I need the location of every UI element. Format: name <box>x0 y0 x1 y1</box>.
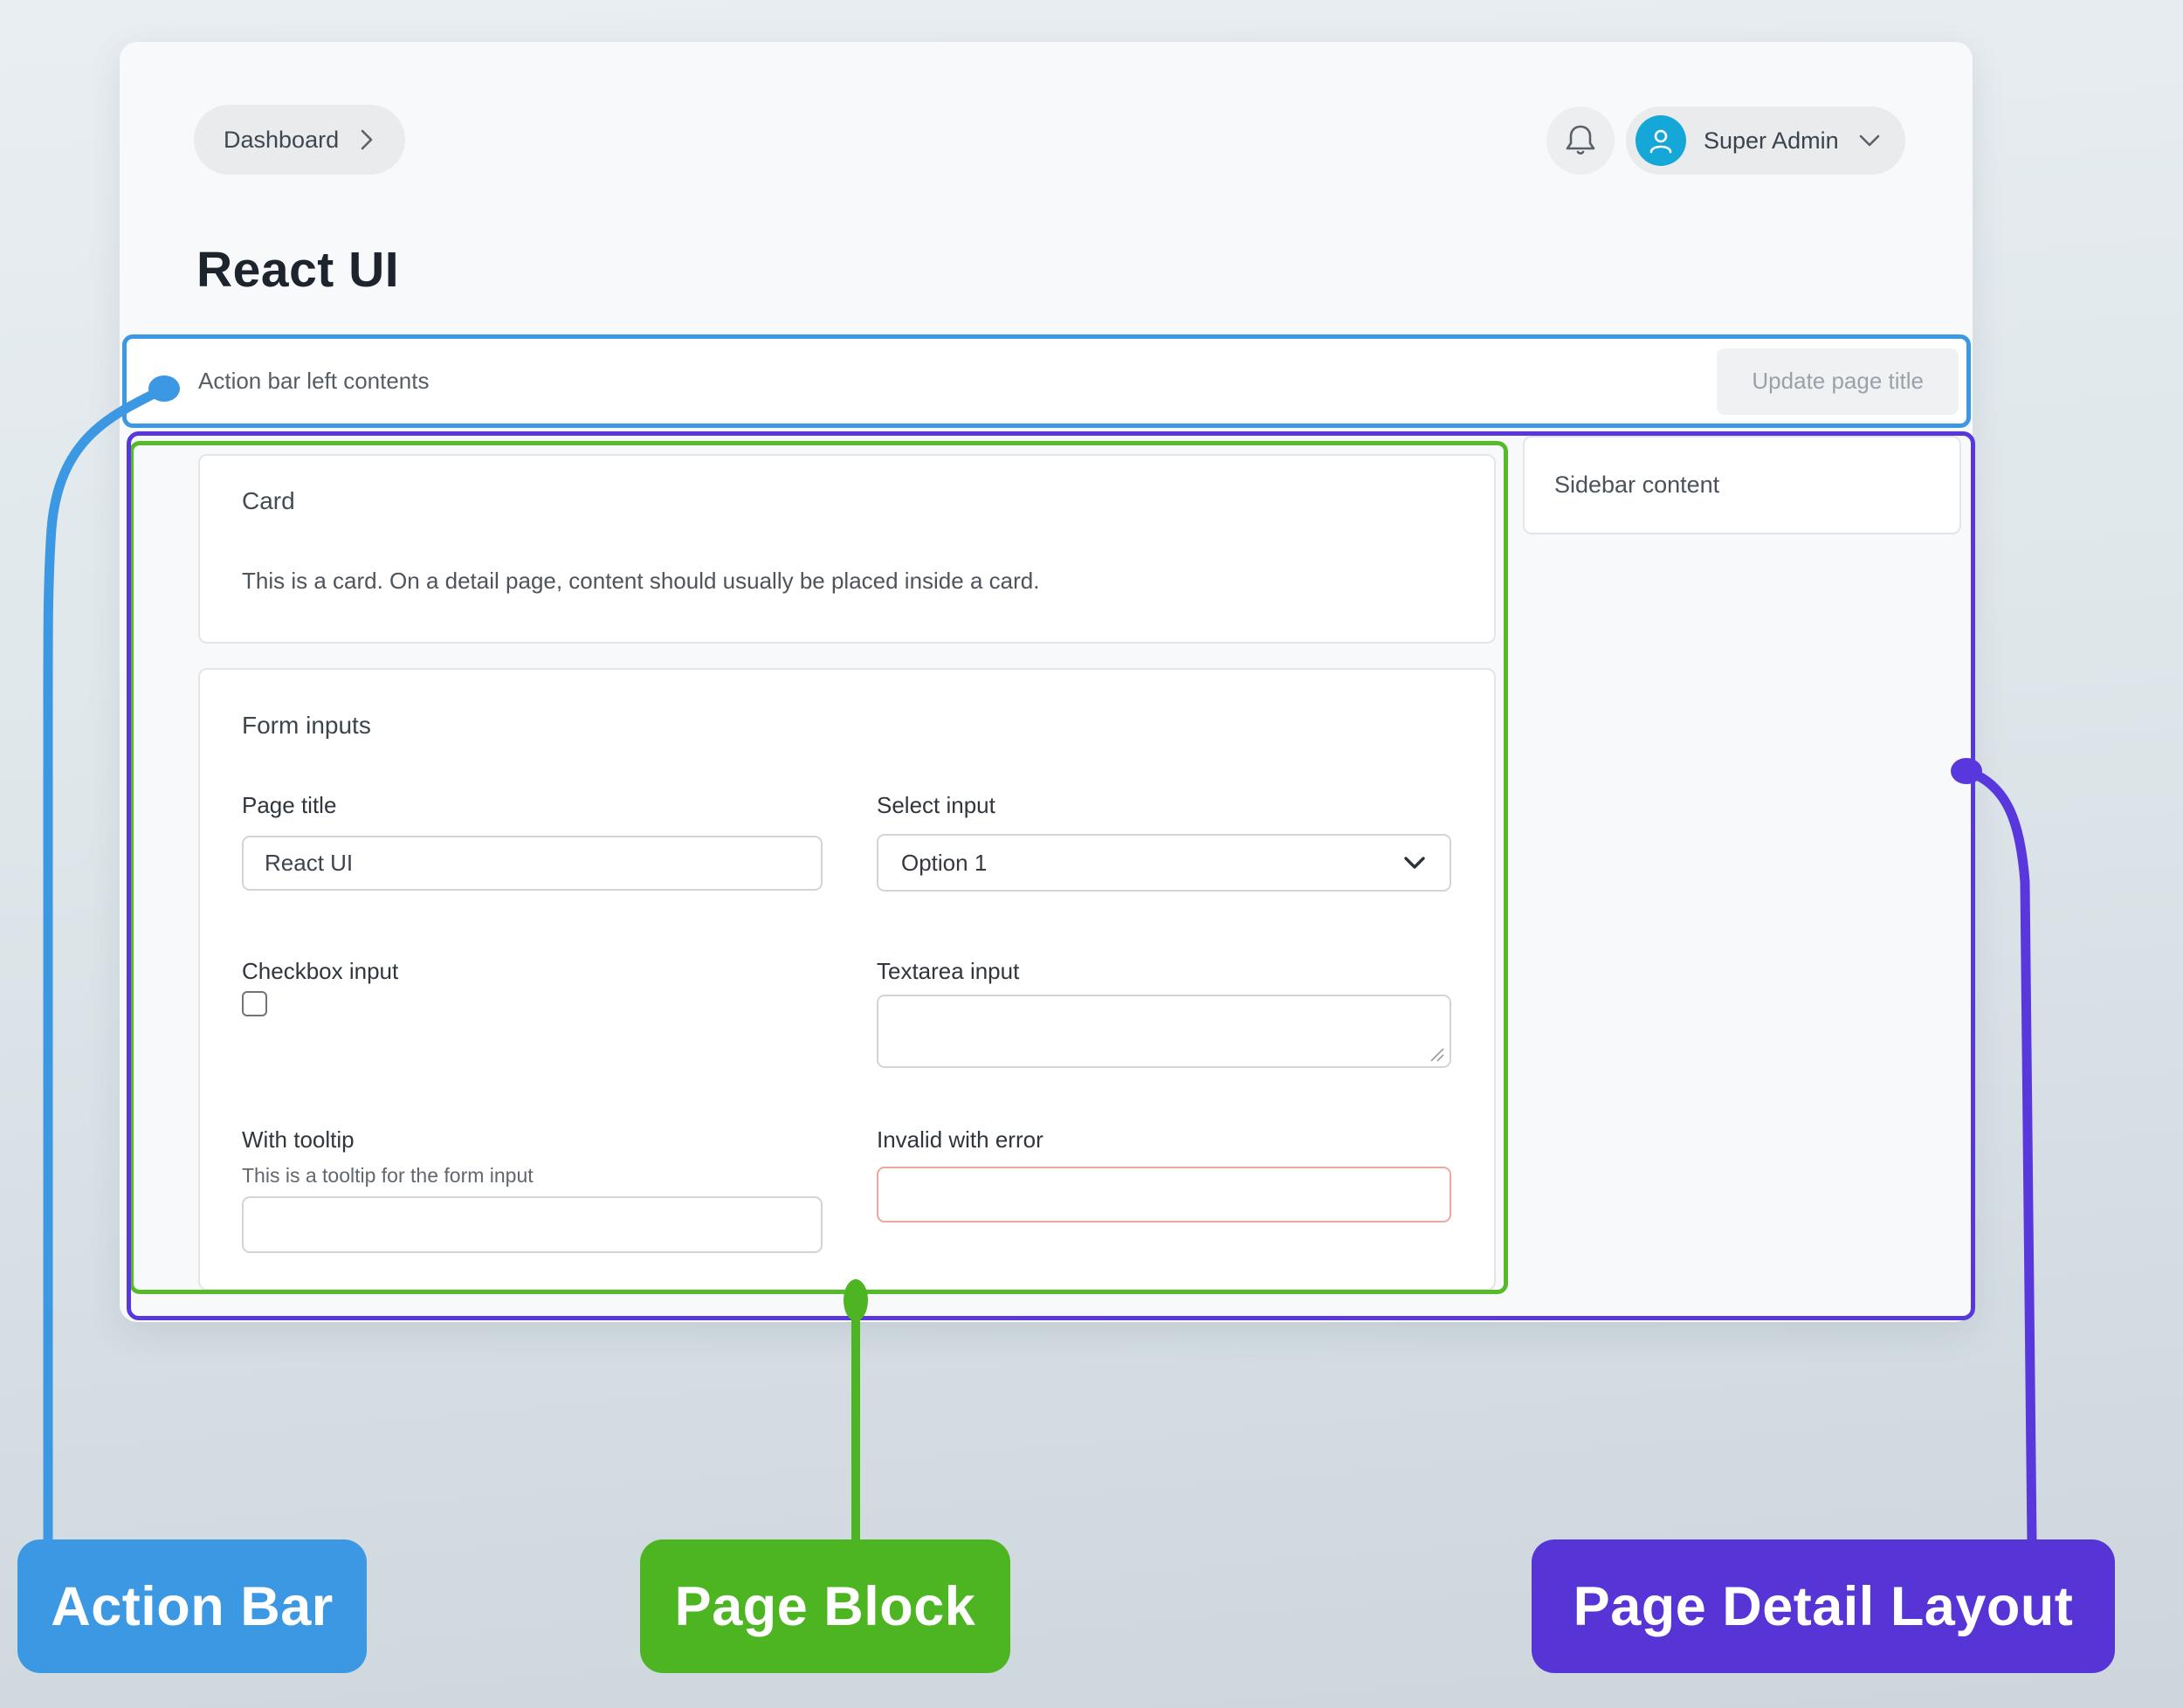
sidebar-card: Sidebar content <box>1523 436 1961 534</box>
tooltip-input[interactable] <box>242 1196 823 1253</box>
action-bar: Action bar left contents Update page tit… <box>122 334 1971 428</box>
page-title: React UI <box>196 241 399 299</box>
screenshot-stage: Dashboard Super Admin React UI <box>0 0 2183 1708</box>
select-selected-value: Option 1 <box>901 850 987 877</box>
content-card: Card This is a card. On a detail page, c… <box>198 454 1496 644</box>
form-card: Form inputs Page title Select input Opti… <box>198 668 1496 1291</box>
card-title: Card <box>242 487 295 515</box>
tooltip-field-label: With tooltip <box>242 1126 355 1154</box>
chevron-down-icon <box>1856 132 1883 149</box>
tooltip-text: This is a tooltip for the form input <box>242 1164 534 1188</box>
user-menu[interactable]: Super Admin <box>1626 107 1905 175</box>
invalid-field-label: Invalid with error <box>877 1126 1043 1154</box>
person-icon <box>1646 126 1676 155</box>
checkbox-input[interactable] <box>242 991 267 1016</box>
page-title-field-label: Page title <box>242 792 336 819</box>
sidebar-content-text: Sidebar content <box>1554 472 1719 499</box>
avatar <box>1636 115 1686 166</box>
checkbox-field-label: Checkbox input <box>242 958 398 985</box>
breadcrumb[interactable]: Dashboard <box>194 105 405 175</box>
form-card-title: Form inputs <box>242 712 371 740</box>
user-name: Super Admin <box>1704 127 1839 155</box>
legend-action-bar: Action Bar <box>17 1539 367 1673</box>
page-detail-connector-line <box>1966 771 2032 1544</box>
select-field-label: Select input <box>877 792 995 819</box>
update-page-title-button[interactable]: Update page title <box>1717 348 1959 415</box>
notifications-button[interactable] <box>1546 107 1615 175</box>
select-input[interactable]: Option 1 <box>877 834 1451 892</box>
page-title-input[interactable] <box>242 836 823 891</box>
bell-icon <box>1563 122 1598 159</box>
card-body-text: This is a card. On a detail page, conten… <box>242 568 1039 595</box>
legend-page-block: Page Block <box>640 1539 1010 1673</box>
chevron-down-icon <box>1402 855 1427 871</box>
invalid-input[interactable] <box>877 1167 1451 1222</box>
legend-page-detail-layout: Page Detail Layout <box>1532 1539 2115 1673</box>
chevron-right-icon <box>358 127 375 153</box>
breadcrumb-label: Dashboard <box>224 127 339 154</box>
action-bar-left-text: Action bar left contents <box>198 368 429 395</box>
textarea-input[interactable] <box>877 995 1451 1068</box>
textarea-field-label: Textarea input <box>877 958 1019 985</box>
